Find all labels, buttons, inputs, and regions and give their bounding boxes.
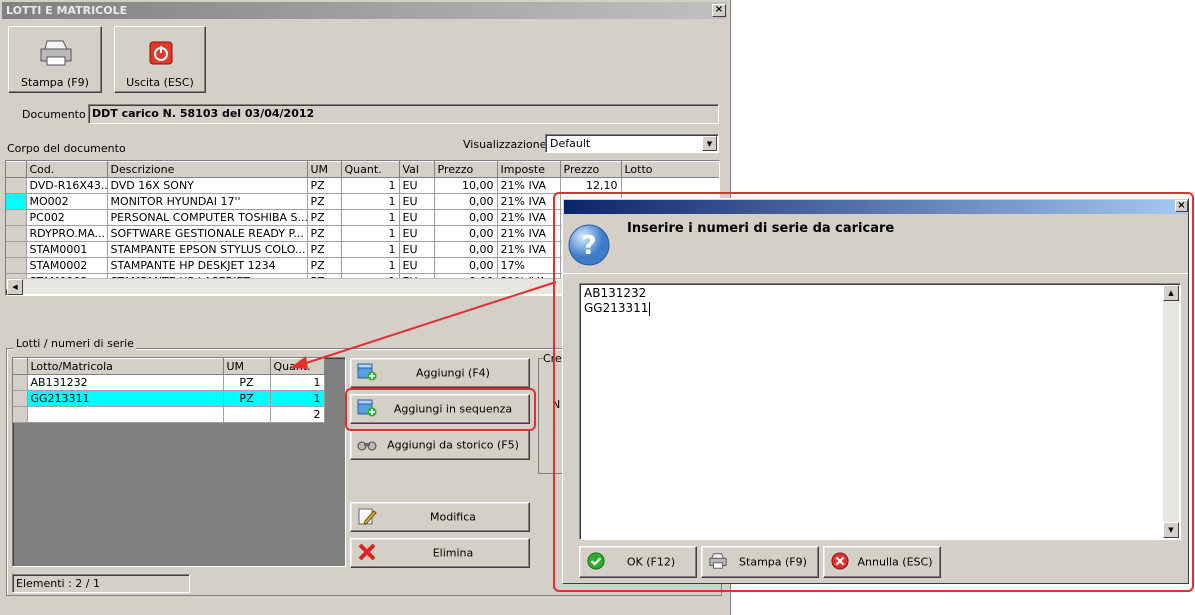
annotation-arrow (290, 281, 557, 369)
